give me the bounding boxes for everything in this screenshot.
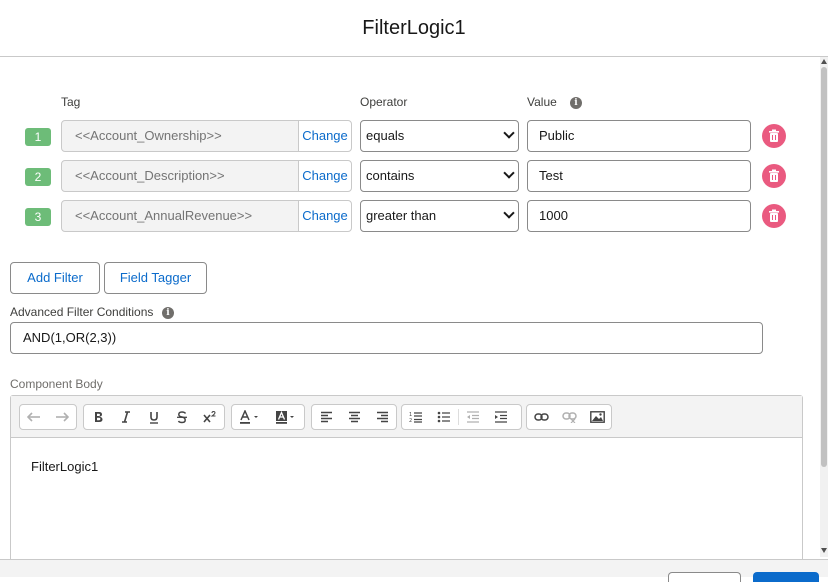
chevron-down-icon <box>503 167 515 179</box>
align-center-icon[interactable] <box>340 405 368 429</box>
strikethrough-icon[interactable] <box>168 405 196 429</box>
operator-value: greater than <box>366 208 437 223</box>
save-button[interactable] <box>753 572 819 582</box>
component-body-label: Component Body <box>10 377 103 391</box>
filter-number-badge: 2 <box>25 168 51 186</box>
operator-value: equals <box>366 128 405 143</box>
align-left-icon[interactable] <box>312 405 340 429</box>
insert-group <box>526 404 612 430</box>
modal-body: Tag Operator Value i 1 <<Account_Ownersh… <box>0 57 828 559</box>
list-group: 12 <box>401 404 522 430</box>
chevron-down-icon <box>503 207 515 219</box>
field-tagger-button[interactable]: Field Tagger <box>104 262 207 294</box>
filter-number-badge: 1 <box>25 128 51 146</box>
editor-toolbar: 12 <box>11 396 802 438</box>
value-column-label: Value <box>527 95 557 109</box>
numbered-list-icon[interactable]: 12 <box>402 405 430 429</box>
tag-field: <<Account_Description>> <box>61 160 299 192</box>
underline-icon[interactable] <box>140 405 168 429</box>
bold-icon[interactable] <box>84 405 112 429</box>
scroll-up-icon[interactable] <box>821 59 827 64</box>
trash-icon <box>769 129 779 142</box>
outdent-icon[interactable] <box>459 405 487 429</box>
link-icon[interactable] <box>527 405 555 429</box>
advanced-filter-input[interactable]: AND(1,OR(2,3)) <box>10 322 763 354</box>
color-group <box>231 404 305 430</box>
change-tag-button[interactable]: Change <box>298 120 352 152</box>
filter-row: 3 <<Account_AnnualRevenue>> Change great… <box>0 200 828 232</box>
indent-icon[interactable] <box>487 405 515 429</box>
delete-filter-button[interactable] <box>762 164 786 188</box>
superscript-icon[interactable] <box>196 405 224 429</box>
cancel-button[interactable] <box>668 572 741 582</box>
operator-select[interactable]: contains <box>360 160 519 192</box>
image-icon[interactable] <box>583 405 611 429</box>
delete-filter-button[interactable] <box>762 204 786 228</box>
redo-icon[interactable] <box>48 405 76 429</box>
scroll-down-icon[interactable] <box>821 548 827 553</box>
operator-column-label: Operator <box>360 95 408 109</box>
value-input[interactable]: 1000 <box>527 200 751 232</box>
text-color-icon[interactable] <box>232 405 268 429</box>
scrollbar[interactable] <box>820 57 828 557</box>
tag-field: <<Account_Ownership>> <box>61 120 299 152</box>
chevron-down-icon <box>503 127 515 139</box>
history-group <box>19 404 77 430</box>
format-group <box>83 404 225 430</box>
add-filter-button[interactable]: Add Filter <box>10 262 100 294</box>
modal-header: FilterLogic1 <box>0 0 828 57</box>
change-tag-button[interactable]: Change <box>298 160 352 192</box>
advanced-info-icon[interactable]: i <box>162 307 174 319</box>
advanced-filter-label: Advanced Filter Conditions <box>10 305 154 319</box>
italic-icon[interactable] <box>112 405 140 429</box>
bulleted-list-icon[interactable] <box>430 405 458 429</box>
tag-column-label: Tag <box>61 95 81 109</box>
operator-value: contains <box>366 168 415 183</box>
tag-field: <<Account_AnnualRevenue>> <box>61 200 299 232</box>
rich-text-editor: 12 FilterLogic1 <box>10 395 803 559</box>
filter-number-badge: 3 <box>25 208 51 226</box>
value-input[interactable]: Public <box>527 120 751 152</box>
operator-select[interactable]: greater than <box>360 200 519 232</box>
editor-content[interactable]: FilterLogic1 <box>31 459 98 474</box>
align-group <box>311 404 397 430</box>
trash-icon <box>769 209 779 222</box>
filter-row: 2 <<Account_Description>> Change contain… <box>0 160 828 192</box>
trash-icon <box>769 169 779 182</box>
change-tag-button[interactable]: Change <box>298 200 352 232</box>
unlink-icon[interactable] <box>555 405 583 429</box>
undo-icon[interactable] <box>20 405 48 429</box>
modal-title: FilterLogic1 <box>362 17 466 39</box>
delete-filter-button[interactable] <box>762 124 786 148</box>
filter-row: 1 <<Account_Ownership>> Change equals Pu… <box>0 120 828 152</box>
scroll-thumb[interactable] <box>821 67 827 467</box>
svg-text:2: 2 <box>409 418 412 423</box>
value-input[interactable]: Test <box>527 160 751 192</box>
operator-select[interactable]: equals <box>360 120 519 152</box>
background-color-icon[interactable] <box>268 405 304 429</box>
align-right-icon[interactable] <box>368 405 396 429</box>
value-info-icon[interactable]: i <box>570 97 582 109</box>
modal-footer <box>0 559 828 582</box>
